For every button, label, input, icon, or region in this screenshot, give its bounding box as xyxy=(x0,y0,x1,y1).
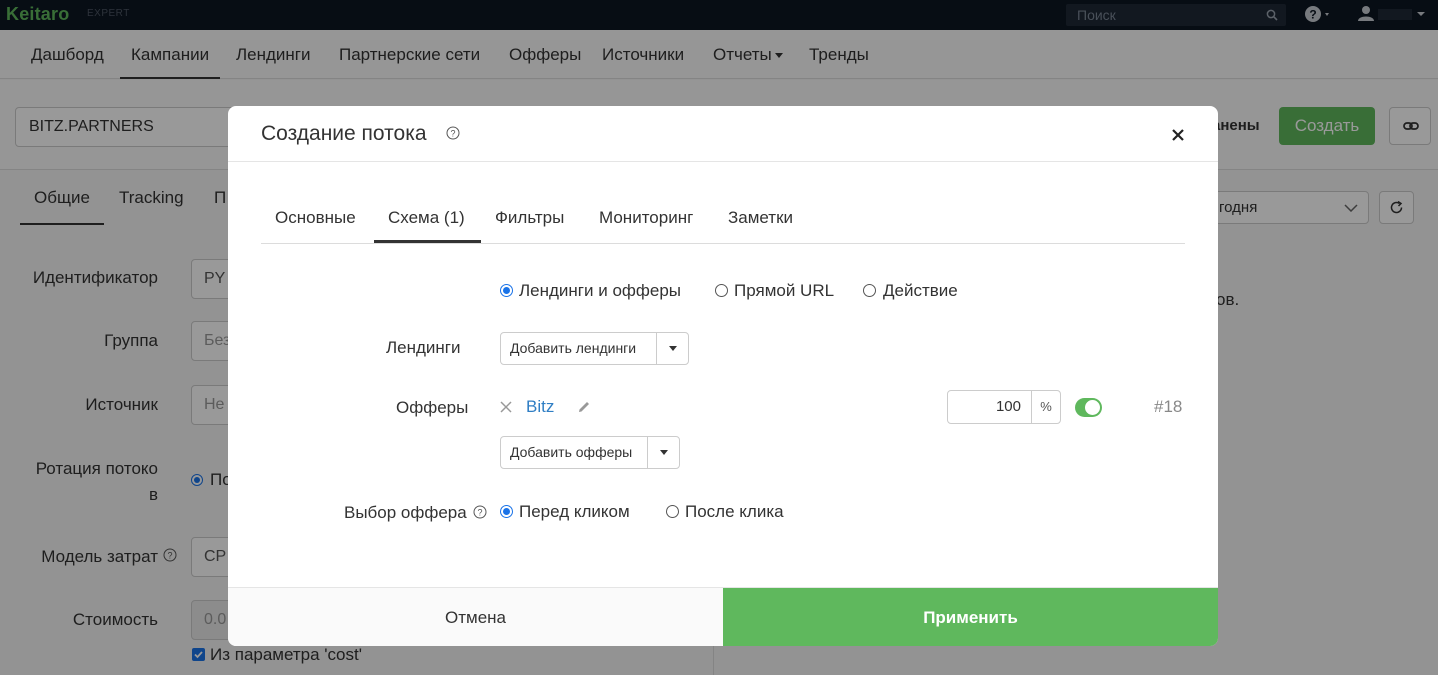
offer-share-input[interactable]: 100 xyxy=(948,391,1032,423)
offer-choice-label: Выбор оффера xyxy=(344,503,467,522)
caret-down-icon xyxy=(669,346,677,351)
add-landings-dropdown-toggle[interactable] xyxy=(656,333,689,364)
question-icon[interactable]: ? xyxy=(446,126,460,140)
modal-header-divider xyxy=(228,161,1218,162)
remove-icon[interactable] xyxy=(500,401,512,413)
offer-choice-radio-before[interactable] xyxy=(500,505,513,518)
offer-choice-option-label: После клика xyxy=(685,502,784,521)
active-tab-indicator xyxy=(374,240,481,243)
add-offers-dropdown-toggle[interactable] xyxy=(647,437,680,468)
close-icon[interactable] xyxy=(1168,125,1188,145)
pencil-icon[interactable] xyxy=(576,399,592,415)
scheme-option-label: Прямой URL xyxy=(734,281,835,300)
offer-share-input-group: 100 % xyxy=(947,390,1061,424)
modal-footer: Отмена Применить xyxy=(228,587,1218,646)
modal-title: Создание потока xyxy=(261,122,427,145)
tab-basic[interactable]: Основные xyxy=(275,208,356,228)
scheme-option-label: Действие xyxy=(883,281,958,300)
scheme-radio-action[interactable] xyxy=(863,284,876,297)
offer-id: #18 xyxy=(1154,397,1183,416)
tabs-divider xyxy=(261,243,1185,244)
offer-enabled-toggle[interactable] xyxy=(1075,398,1102,417)
offer-choice-radio-after[interactable] xyxy=(666,505,679,518)
cancel-button[interactable]: Отмена xyxy=(228,588,723,646)
offer-link[interactable]: Bitz xyxy=(526,397,554,417)
add-offers-button[interactable]: Добавить офферы xyxy=(501,437,632,468)
tab-filters[interactable]: Фильтры xyxy=(495,208,564,228)
svg-text:?: ? xyxy=(477,508,482,518)
landings-label: Лендинги xyxy=(386,338,461,357)
tab-notes[interactable]: Заметки xyxy=(728,208,793,228)
svg-text:?: ? xyxy=(450,129,455,139)
apply-button[interactable]: Применить xyxy=(723,588,1218,646)
add-landings-button[interactable]: Добавить лендинги xyxy=(501,333,636,364)
scheme-radio-landings-offers[interactable] xyxy=(500,284,513,297)
tab-monitoring[interactable]: Мониторинг xyxy=(599,208,693,228)
create-flow-modal: Создание потока ? Основные Схема (1) Фил… xyxy=(228,106,1218,646)
scheme-radio-direct-url[interactable] xyxy=(715,284,728,297)
caret-down-icon xyxy=(660,450,668,455)
scheme-option-label: Лендинги и офферы xyxy=(519,281,681,300)
offers-label: Офферы xyxy=(396,398,469,417)
percent-addon: % xyxy=(1040,399,1052,414)
tab-scheme[interactable]: Схема (1) xyxy=(388,208,465,228)
offer-choice-option-label: Перед кликом xyxy=(519,502,630,521)
add-offers-split-button: Добавить офферы xyxy=(500,436,680,469)
add-landings-split-button: Добавить лендинги xyxy=(500,332,689,365)
question-icon[interactable]: ? xyxy=(473,505,487,519)
